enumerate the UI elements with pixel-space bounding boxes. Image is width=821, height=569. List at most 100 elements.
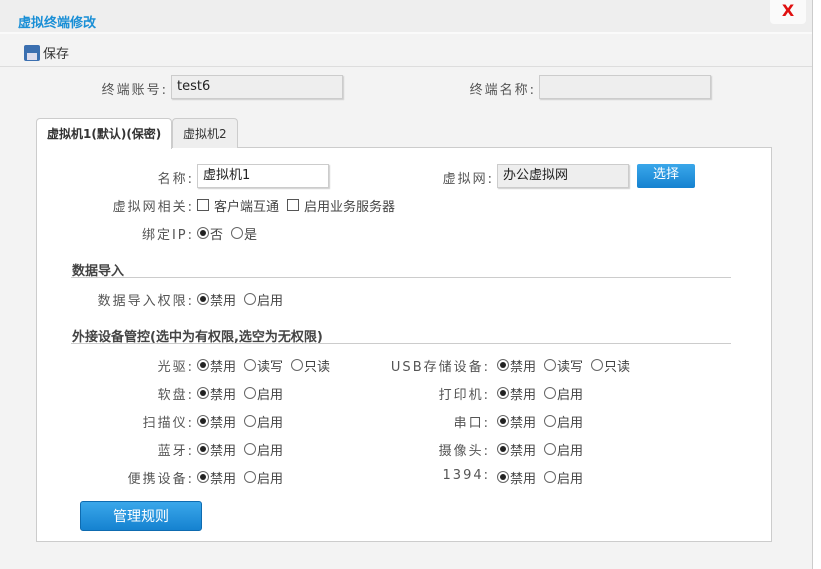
toolbar xyxy=(0,36,812,67)
bind-ip-yes-radio[interactable]: 是 xyxy=(231,224,257,243)
device-option-radio[interactable]: 启用 xyxy=(244,440,283,459)
device-option-radio[interactable]: 启用 xyxy=(544,412,583,431)
device-option-radio[interactable]: 启用 xyxy=(544,384,583,403)
data-import-label: 数据导入权限: xyxy=(97,294,194,309)
device-label: 便携设备: xyxy=(127,472,194,487)
radio-checked-icon xyxy=(497,443,509,455)
account-input[interactable]: test6 xyxy=(171,75,343,99)
option-label: 是 xyxy=(244,227,258,243)
device-label: 摄像头: xyxy=(438,444,490,459)
device-option-radio[interactable]: 禁用 xyxy=(497,468,536,487)
device-option-radio[interactable]: 启用 xyxy=(244,412,283,431)
device-label: 软盘: xyxy=(157,388,194,403)
option-label: 禁用 xyxy=(510,359,537,375)
device-option-radio[interactable]: 禁用 xyxy=(197,468,236,487)
radio-icon xyxy=(544,471,557,483)
option-label: 启用 xyxy=(257,387,284,403)
device-option-radio[interactable]: 只读 xyxy=(591,356,630,375)
option-label: 启用 xyxy=(557,415,584,431)
radio-checked-icon xyxy=(197,415,209,427)
device-label: 蓝牙: xyxy=(157,444,194,459)
device-option-radio[interactable]: 只读 xyxy=(291,356,330,375)
account-label: 终端账号: xyxy=(101,83,168,98)
option-label: 客户端互通 xyxy=(214,199,280,215)
radio-icon xyxy=(291,359,304,371)
option-label: 只读 xyxy=(304,359,331,375)
device-option-radio[interactable]: 禁用 xyxy=(497,384,536,403)
close-button[interactable]: X xyxy=(770,0,806,24)
radio-checked-icon xyxy=(497,387,509,399)
data-import-disable-radio[interactable]: 禁用 xyxy=(197,290,236,309)
radio-icon xyxy=(591,359,604,371)
client-interconnect-checkbox[interactable]: 客户端互通 xyxy=(197,196,279,215)
manage-rules-button[interactable]: 管理规则 xyxy=(80,501,202,531)
radio-checked-icon xyxy=(197,443,209,455)
divider xyxy=(71,343,731,344)
option-label: 启用 xyxy=(257,471,284,487)
radio-icon xyxy=(244,359,257,371)
option-label: 禁用 xyxy=(210,359,237,375)
option-label: 启用业务服务器 xyxy=(304,199,396,215)
option-label: 读写 xyxy=(557,359,584,375)
tab-vm1[interactable]: 虚拟机1(默认)(保密) xyxy=(36,118,173,149)
save-disk-icon xyxy=(24,44,40,61)
vm-name-input[interactable]: 虚拟机1 xyxy=(197,164,329,188)
device-option-radio[interactable]: 启用 xyxy=(244,384,283,403)
device-label: 1394: xyxy=(442,468,490,483)
data-import-enable-radio[interactable]: 启用 xyxy=(244,290,283,309)
terminal-name-label: 终端名称: xyxy=(469,83,536,98)
scrollbar[interactable] xyxy=(812,0,821,569)
device-option-radio[interactable]: 禁用 xyxy=(497,440,536,459)
title-bar xyxy=(0,0,812,34)
radio-icon xyxy=(544,415,557,427)
checkbox-icon xyxy=(287,199,300,211)
option-label: 禁用 xyxy=(210,415,237,431)
device-option-radio[interactable]: 禁用 xyxy=(497,412,536,431)
device-option-radio[interactable]: 禁用 xyxy=(197,440,236,459)
radio-checked-icon xyxy=(497,471,509,483)
radio-icon xyxy=(544,387,557,399)
device-option-radio[interactable]: 启用 xyxy=(544,468,583,487)
device-label: 光驱: xyxy=(157,360,194,375)
option-label: 禁用 xyxy=(510,387,537,403)
radio-icon xyxy=(231,227,244,239)
device-option-radio[interactable]: 禁用 xyxy=(197,412,236,431)
radio-icon xyxy=(244,471,257,483)
option-label: 禁用 xyxy=(510,415,537,431)
radio-icon xyxy=(244,293,257,305)
option-label: 启用 xyxy=(257,293,284,309)
device-label: 打印机: xyxy=(438,388,490,403)
option-label: 禁用 xyxy=(210,471,237,487)
radio-checked-icon xyxy=(197,471,209,483)
vnet-label: 虚拟网: xyxy=(442,172,494,187)
radio-checked-icon xyxy=(497,415,509,427)
vnet-input[interactable]: 办公虚拟网 xyxy=(497,164,629,188)
save-button[interactable]: 保存 xyxy=(24,43,69,62)
option-label: 启用 xyxy=(557,471,584,487)
divider xyxy=(71,277,731,278)
device-option-radio[interactable]: 禁用 xyxy=(197,384,236,403)
radio-icon xyxy=(244,443,257,455)
device-option-radio[interactable]: 读写 xyxy=(544,356,583,375)
radio-checked-icon xyxy=(197,387,209,399)
tab-vm2[interactable]: 虚拟机2 xyxy=(172,118,238,148)
business-server-checkbox[interactable]: 启用业务服务器 xyxy=(287,196,395,215)
device-option-radio[interactable]: 读写 xyxy=(244,356,283,375)
option-label: 禁用 xyxy=(510,443,537,459)
radio-icon xyxy=(544,359,557,371)
bind-ip-no-radio[interactable]: 否 xyxy=(197,224,223,243)
device-option-radio[interactable]: 启用 xyxy=(244,468,283,487)
save-label: 保存 xyxy=(43,47,70,62)
radio-icon xyxy=(244,415,257,427)
option-label: 禁用 xyxy=(210,443,237,459)
option-label: 否 xyxy=(210,227,224,243)
device-option-radio[interactable]: 禁用 xyxy=(197,356,236,375)
select-vnet-button[interactable]: 选择 xyxy=(637,164,695,188)
vm-name-label: 名称: xyxy=(157,172,194,187)
dialog-title: 虚拟终端修改 xyxy=(18,16,97,31)
device-option-radio[interactable]: 启用 xyxy=(544,440,583,459)
terminal-name-input[interactable] xyxy=(539,75,711,99)
device-label: USB存储设备: xyxy=(390,360,490,375)
device-option-radio[interactable]: 禁用 xyxy=(497,356,536,375)
radio-icon xyxy=(244,387,257,399)
